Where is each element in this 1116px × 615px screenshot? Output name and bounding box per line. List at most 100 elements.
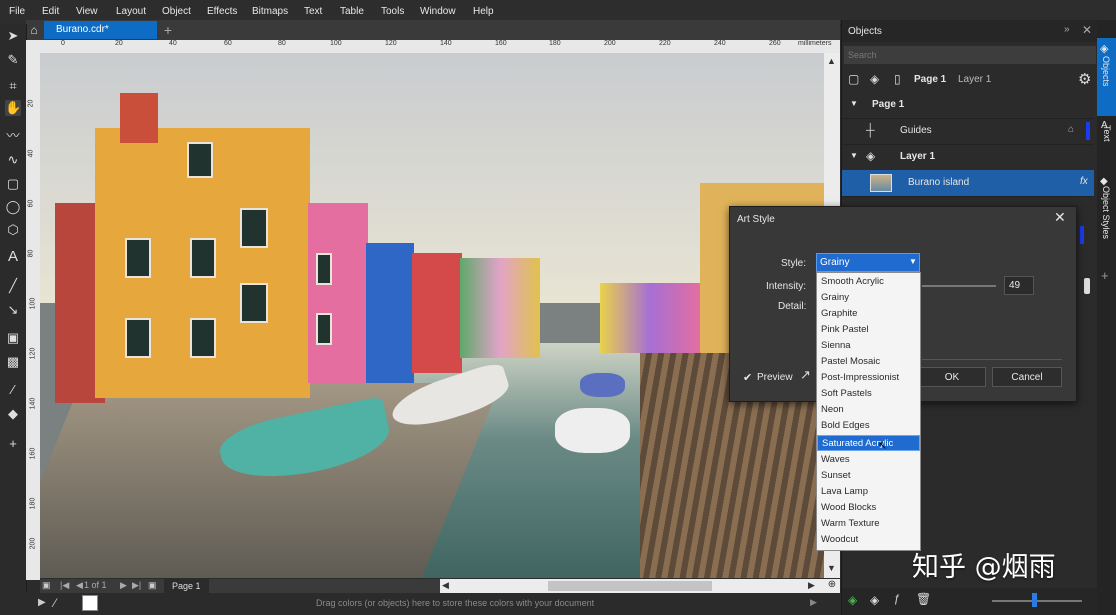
last-page-icon[interactable]: ▶| bbox=[132, 580, 141, 591]
page-tab-page-1[interactable]: Page 1 bbox=[164, 579, 209, 593]
eyedropper-icon[interactable]: ⁄ bbox=[54, 596, 56, 610]
preview-checkbox[interactable]: ✔ bbox=[743, 371, 752, 384]
cancel-button[interactable]: Cancel bbox=[992, 367, 1062, 387]
panel-scroll-thumb[interactable] bbox=[1084, 278, 1090, 294]
horizontal-scroll-thumb[interactable] bbox=[548, 581, 712, 591]
burano-painting[interactable] bbox=[40, 53, 824, 578]
shadow-tool-icon[interactable]: ▣ bbox=[5, 330, 21, 346]
menu-edit[interactable]: Edit bbox=[42, 6, 59, 17]
tree-item-burano-island[interactable]: Burano island fx bbox=[842, 170, 1094, 197]
layers-icon[interactable]: ◈ bbox=[870, 72, 879, 86]
dimension-tool-icon[interactable]: ╱ bbox=[5, 278, 21, 294]
option-sunset[interactable]: Sunset bbox=[817, 468, 920, 484]
option-neon[interactable]: Neon bbox=[817, 402, 920, 418]
close-docker-icon[interactable]: ✕ bbox=[1082, 23, 1092, 37]
expand-icon[interactable]: ▼ bbox=[850, 151, 858, 160]
tree-item-guides[interactable]: ┼ Guides ⌂ bbox=[842, 118, 1094, 145]
option-warm-texture[interactable]: Warm Texture bbox=[817, 516, 920, 532]
new-layer-icon[interactable]: ◈ bbox=[848, 593, 857, 607]
option-smooth-acrylic[interactable]: Smooth Acrylic bbox=[817, 274, 920, 290]
option-bold-edges[interactable]: Bold Edges bbox=[817, 418, 920, 434]
add-page-icon[interactable]: ▣ bbox=[42, 580, 51, 591]
ellipse-tool-icon[interactable]: ◯ bbox=[5, 199, 21, 215]
effects-fx-icon[interactable]: fx bbox=[1080, 176, 1088, 187]
menu-view[interactable]: View bbox=[76, 6, 98, 17]
add-docker-icon[interactable]: + bbox=[1101, 268, 1109, 283]
menu-tools[interactable]: Tools bbox=[381, 6, 404, 17]
pick-tool-icon[interactable]: ➤ bbox=[5, 28, 21, 44]
option-graphite[interactable]: Graphite bbox=[817, 306, 920, 322]
new-tab-plus-icon[interactable]: + bbox=[160, 21, 176, 39]
connector-tool-icon[interactable]: ↘ bbox=[5, 302, 21, 318]
fill-tool-icon[interactable]: ◆ bbox=[5, 406, 21, 422]
scroll-down-icon[interactable]: ▼ bbox=[827, 563, 836, 573]
polygon-tool-icon[interactable]: ⬡ bbox=[5, 222, 21, 238]
tree-item-layer-1[interactable]: ▼ ◈ Layer 1 bbox=[842, 144, 1094, 171]
style-select[interactable]: Grainy ▼ bbox=[816, 253, 920, 272]
shape-tool-icon[interactable]: ✎ bbox=[5, 52, 21, 68]
menu-file[interactable]: File bbox=[9, 6, 25, 17]
palette-scroll-icon[interactable]: ▶ bbox=[810, 597, 817, 608]
transparency-tool-icon[interactable]: ▩ bbox=[5, 354, 21, 370]
close-dialog-icon[interactable]: ✕ bbox=[1054, 209, 1066, 226]
thumbnail-size-slider[interactable] bbox=[992, 600, 1082, 602]
object-search-input[interactable]: Search bbox=[844, 46, 1096, 64]
freehand-tool-icon[interactable]: 〰 bbox=[5, 128, 21, 144]
side-tab-objects[interactable]: ◈ Objects bbox=[1097, 38, 1116, 116]
first-page-icon[interactable]: |◀ bbox=[60, 580, 69, 591]
menu-bitmaps[interactable]: Bitmaps bbox=[252, 6, 288, 17]
horizontal-scrollbar[interactable]: ◀ ▶ bbox=[440, 579, 824, 593]
option-waves[interactable]: Waves bbox=[817, 452, 920, 468]
option-grainy[interactable]: Grainy bbox=[817, 290, 920, 306]
text-tool-icon[interactable]: A bbox=[5, 249, 21, 265]
option-pastel-mosaic[interactable]: Pastel Mosaic bbox=[817, 354, 920, 370]
palette-arrow-icon[interactable]: ▶ bbox=[38, 597, 46, 608]
next-page-icon[interactable]: ▶ bbox=[120, 580, 127, 591]
option-pink-pastel[interactable]: Pink Pastel bbox=[817, 322, 920, 338]
collapse-docker-icon[interactable]: » bbox=[1064, 24, 1070, 35]
intensity-input[interactable]: 49 bbox=[1004, 276, 1034, 295]
option-wood-blocks[interactable]: Wood Blocks bbox=[817, 500, 920, 516]
add-page-end-icon[interactable]: ▣ bbox=[148, 580, 157, 591]
menu-help[interactable]: Help bbox=[473, 6, 494, 17]
menu-object[interactable]: Object bbox=[162, 6, 191, 17]
artistic-media-icon[interactable]: ∿ bbox=[5, 152, 21, 168]
menu-window[interactable]: Window bbox=[420, 6, 456, 17]
ok-button[interactable]: OK bbox=[918, 367, 986, 387]
drawing-canvas[interactable] bbox=[40, 53, 824, 578]
scroll-up-icon[interactable]: ▲ bbox=[827, 56, 836, 66]
zoom-icon[interactable]: ⊕ bbox=[824, 579, 840, 593]
crop-tool-icon[interactable]: ⌗ bbox=[5, 78, 21, 94]
menu-text[interactable]: Text bbox=[304, 6, 322, 17]
side-tab-object-styles[interactable]: ◆ Object Styles bbox=[1097, 176, 1116, 266]
tree-item-page-1[interactable]: ▼ Page 1 bbox=[842, 92, 1094, 119]
tab-burano-document[interactable]: Burano.cdr* bbox=[44, 21, 157, 39]
page-icon[interactable]: ▯ bbox=[894, 72, 901, 86]
slider-handle[interactable] bbox=[1032, 593, 1037, 607]
pan-tool-icon[interactable]: ✋ bbox=[5, 100, 21, 116]
eyedropper-tool-icon[interactable]: ⁄ bbox=[5, 382, 21, 398]
delete-icon[interactable]: 🗑 bbox=[916, 592, 931, 606]
option-post-impressionist[interactable]: Post-Impressionist bbox=[817, 370, 920, 386]
rectangle-tool-icon[interactable]: ▢ bbox=[5, 176, 21, 192]
scroll-left-icon[interactable]: ◀ bbox=[442, 580, 449, 591]
home-icon[interactable]: ⌂ bbox=[26, 21, 42, 39]
option-sienna[interactable]: Sienna bbox=[817, 338, 920, 354]
scroll-right-icon[interactable]: ▶ bbox=[808, 580, 815, 591]
menu-layout[interactable]: Layout bbox=[116, 6, 146, 17]
external-preview-icon[interactable]: ↗ bbox=[800, 367, 811, 383]
clear-effects-icon[interactable]: ƒ bbox=[894, 593, 900, 605]
expand-icon[interactable]: ▼ bbox=[850, 99, 858, 108]
option-saturated-acrylic[interactable]: Saturated Acrylic bbox=[817, 435, 920, 451]
add-tool-icon[interactable]: + bbox=[5, 436, 21, 452]
side-tab-text[interactable]: A Text bbox=[1097, 120, 1116, 168]
option-woodcut[interactable]: Woodcut bbox=[817, 532, 920, 548]
new-master-layer-icon[interactable]: ◈ bbox=[870, 593, 879, 607]
menu-effects[interactable]: Effects bbox=[207, 6, 237, 17]
option-lava-lamp[interactable]: Lava Lamp bbox=[817, 484, 920, 500]
intensity-slider[interactable] bbox=[922, 285, 996, 287]
lock-icon[interactable]: ⌂ bbox=[1068, 124, 1074, 135]
page-view-icon[interactable]: ▢ bbox=[848, 72, 859, 86]
menu-table[interactable]: Table bbox=[340, 6, 364, 17]
gear-icon[interactable]: ⚙ bbox=[1078, 70, 1091, 88]
